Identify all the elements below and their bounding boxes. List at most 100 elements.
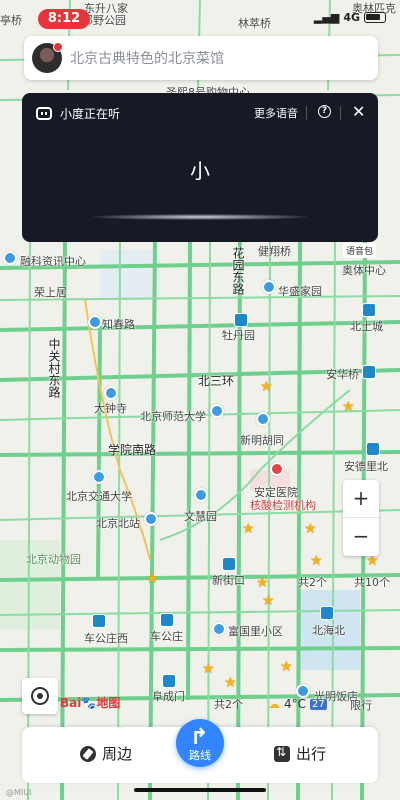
map-label: 健翔桥 [258,245,291,258]
poi-marker[interactable] [104,386,118,400]
metro-station-icon[interactable] [160,613,174,627]
aqi-badge: 27 [310,698,327,710]
poi-marker[interactable] [262,280,276,294]
map-label: 文慧园 [184,510,217,523]
map-label: 安德里北 [344,460,388,473]
locate-button[interactable] [22,678,58,714]
poi-marker[interactable] [210,404,224,418]
metro-station-icon[interactable] [92,614,106,628]
more-voice-button[interactable]: 更多语音 [254,105,298,121]
map-label: 共10个 [354,576,390,589]
poi-marker[interactable] [194,488,208,502]
metro-station-icon[interactable] [234,313,248,327]
map-label: 融科资讯中心 [20,255,86,268]
zoom-control: + − [343,480,379,556]
map-label: 富国里小区 [228,625,283,638]
star-icon[interactable]: ★ [224,676,237,690]
map-label: 荣上居 [34,286,67,299]
map-label: 华盛家园 [278,285,322,298]
zoom-out-button[interactable]: − [343,518,379,556]
locate-icon [31,687,49,705]
map-label: 车公庄西 [84,632,128,645]
voice-waveform [92,214,308,220]
map-label: 安华桥 [326,368,359,381]
poi-marker[interactable] [256,412,270,426]
star-icon[interactable]: ★ [146,572,159,586]
travel-button[interactable]: 出行 [274,743,326,764]
map-label: 车公庄 [150,630,183,643]
map-label: 共2个 [214,698,243,711]
map-label: 北京交通大学 [66,490,132,503]
poi-marker[interactable] [212,622,226,636]
logo-text: Bai [60,696,82,710]
route-button[interactable]: 路线 [176,719,224,781]
travel-label: 出行 [296,745,327,763]
poi-marker[interactable] [92,470,106,484]
divider [340,106,341,120]
map-label: 北三环 [198,374,235,388]
route-label: 路线 [189,749,211,762]
metro-station-icon[interactable] [162,674,176,688]
map-label: 限行 [350,699,372,712]
signal-icon: ▂▄▆ [313,11,340,24]
map-label: 学院南路 [108,443,157,457]
star-icon[interactable]: ★ [310,554,323,568]
travel-icon [274,745,290,762]
search-input[interactable]: 北京古典特色的北京菜馆 [70,48,224,68]
map-label: 大钟寺 [94,402,127,415]
home-indicator[interactable] [134,788,266,792]
star-icon[interactable]: ★ [202,662,215,676]
voice-pack-button[interactable]: 语音包 [343,243,377,258]
map-label: 共2个 [298,576,327,589]
search-bar[interactable]: 北京古典特色的北京菜馆 [24,36,378,80]
metro-station-icon[interactable] [366,442,380,456]
metro-station-icon[interactable] [222,557,236,571]
map-label: 核酸检测机构 [250,499,316,512]
metro-station-icon[interactable] [320,606,334,620]
robot-icon [36,107,52,120]
map-label: 知春路 [102,318,135,331]
zoom-in-button[interactable]: + [343,480,379,518]
poi-marker[interactable] [3,251,17,265]
map-label: 北海北 [312,624,345,637]
status-bar: 8:12 ▂▄▆ 4G [0,8,400,30]
close-icon[interactable]: ✕ [352,102,365,121]
map-label: 北京动物园 [26,553,81,566]
bottom-nav-bar: 周边 路线 出行 [22,719,378,783]
map-label: 新街口 [212,574,245,587]
weather-widget[interactable]: ☁ 4°C 27 [268,697,327,711]
star-icon[interactable]: ★ [260,380,273,394]
battery-icon [364,12,386,23]
map-label: 北京师范大学 [140,410,206,423]
star-icon[interactable]: ★ [256,576,269,590]
star-icon[interactable]: ★ [262,594,275,608]
map-label: 北土城 [350,320,383,333]
star-icon[interactable]: ★ [342,400,355,414]
help-icon[interactable]: ? [318,105,331,118]
poi-marker[interactable] [144,512,158,526]
logo-suffix: 地图 [96,696,121,710]
weather-temp: 4°C [284,697,307,711]
metro-station-icon[interactable] [362,365,376,379]
metro-station-icon[interactable] [362,303,376,317]
star-icon[interactable]: ★ [242,522,255,536]
poi-marker[interactable] [296,684,310,698]
status-time: 8:12 [38,9,90,29]
star-icon[interactable]: ★ [280,660,293,674]
map-label: 阜成门 [152,690,185,703]
network-type: 4G [343,11,360,24]
hospital-marker[interactable] [270,462,284,476]
avatar[interactable] [32,42,63,73]
star-icon[interactable]: ★ [366,554,379,568]
recognized-speech-text: 小 [190,159,210,183]
nearby-label: 周边 [102,745,133,763]
poi-marker[interactable] [88,315,102,329]
paw-icon: 🐾 [81,696,97,710]
nearby-button[interactable]: 周边 [80,743,132,764]
map-label: 奥体中心 [342,264,386,277]
baidu-map-logo: Bai🐾地图 [60,694,120,711]
star-icon[interactable]: ★ [304,522,317,536]
cloud-icon: ☁ [268,697,280,711]
watermark: @MIUI [6,788,32,797]
map-label: 花园东路 [231,247,245,295]
